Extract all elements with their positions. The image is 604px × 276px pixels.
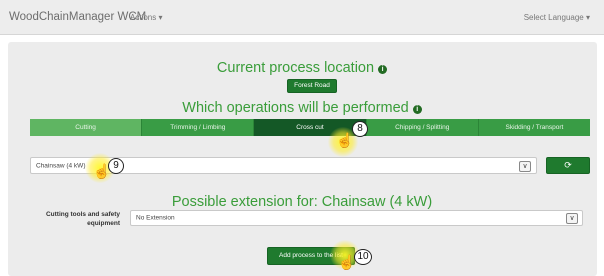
chevron-down-icon[interactable]: ∨ [519, 161, 531, 172]
tab-skidding-transport[interactable]: Skidding / Transport [478, 119, 591, 136]
top-navbar: WoodChainManager WCM Actions ▾ Select La… [0, 0, 604, 35]
hand-cursor-icon: ☝ [338, 254, 356, 271]
refresh-icon: ⟳ [564, 160, 572, 170]
tab-trimming-limbing[interactable]: Trimming / Limbing [142, 119, 255, 136]
refresh-button[interactable]: ⟳ [546, 157, 590, 174]
language-select[interactable]: Select Language ▾ [524, 13, 590, 22]
operations-title: Which operations will be performed [182, 100, 409, 116]
actions-menu[interactable]: Actions ▾ [130, 13, 162, 22]
hand-cursor-icon: ☝ [93, 163, 111, 180]
step-badge: 8 [352, 121, 368, 137]
extension-select-value: No Extension [136, 214, 175, 222]
chevron-down-icon[interactable]: ∨ [566, 213, 578, 224]
extension-title: Possible extension for: Chainsaw (4 kW) [171, 194, 433, 210]
location-heading: Current process location i [0, 60, 604, 76]
extension-select[interactable]: No Extension ∨ [130, 210, 583, 226]
forest-road-button[interactable]: Forest Road [287, 79, 337, 93]
info-icon[interactable]: i [378, 65, 388, 74]
step-badge: 10 [354, 249, 372, 265]
tab-cutting[interactable]: Cutting [30, 119, 143, 136]
extension-label: Cutting tools and safety equipment [45, 211, 120, 227]
extension-heading: Possible extension for: Chainsaw (4 kW) [0, 194, 604, 210]
tab-chipping-splitting[interactable]: Chipping / Splitting [366, 119, 479, 136]
operations-heading: Which operations will be performed i [0, 100, 604, 116]
location-title: Current process location [216, 60, 375, 76]
app-brand[interactable]: WoodChainManager WCM [9, 11, 146, 23]
operations-tabs: Cutting Trimming / Limbing Cross cut Chi… [30, 119, 591, 136]
tool-select-value: Chainsaw (4 kW) [36, 162, 86, 169]
hand-cursor-icon: ☝ [336, 132, 354, 149]
info-icon[interactable]: i [412, 105, 422, 114]
